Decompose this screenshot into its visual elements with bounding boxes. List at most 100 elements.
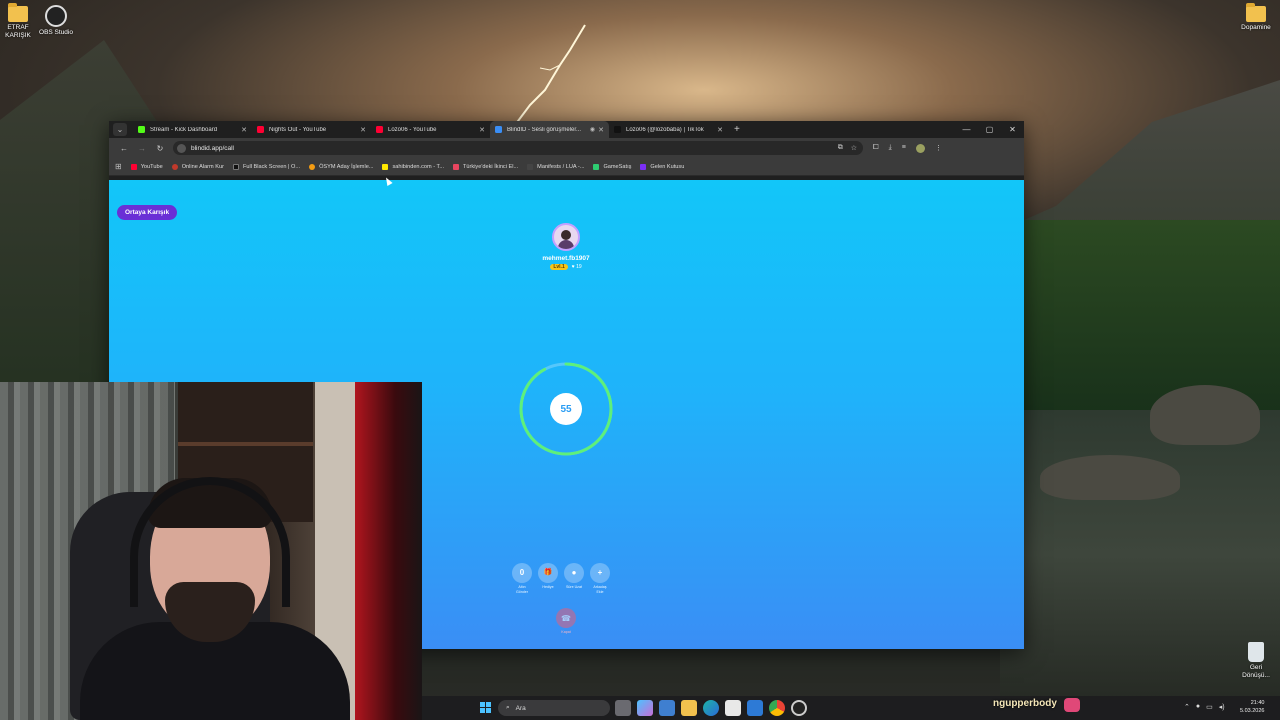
widgets-icon[interactable] (659, 700, 675, 716)
tab-lozo-youtube[interactable]: Lozo06 - YouTube ✕ (371, 121, 490, 138)
gift-button[interactable]: 🎁 Hediye (538, 563, 558, 594)
youtube-icon (130, 163, 137, 170)
calendar-icon[interactable] (725, 700, 741, 716)
desktop-icon-obs[interactable]: OBS Studio (28, 5, 84, 37)
back-icon[interactable]: ← (115, 144, 133, 153)
address-bar[interactable]: blindid.app/call ⧉ ☆ (173, 141, 863, 155)
bookmark-gelen-kutusu[interactable]: Gelen Kutusu (640, 163, 684, 170)
tray-overflow-icon[interactable]: ⌃ (1184, 703, 1190, 711)
plus-icon: + (590, 563, 610, 583)
sahibinden-icon (382, 163, 389, 170)
bookmark-star-icon[interactable]: ☆ (851, 144, 857, 152)
tiktok-icon (614, 126, 621, 133)
bookmark-sahibinden[interactable]: sahibinden.com - T... (382, 163, 444, 170)
close-window-icon[interactable]: ✕ (1001, 125, 1024, 134)
minimize-icon[interactable]: — (955, 125, 978, 134)
add-friend-button[interactable]: + Arkadaş Ekle (590, 563, 610, 594)
likes-count: ♥ 19 (571, 264, 582, 270)
bookmark-full-black-screen[interactable]: Full Black Screen | O... (232, 163, 300, 170)
site-info-icon[interactable] (177, 143, 186, 153)
tab-blindid[interactable]: BlindID - Sesli görüşmeler... ◉ ✕ (490, 121, 609, 138)
obs-taskbar-icon[interactable] (791, 700, 807, 716)
close-tab-icon[interactable]: ✕ (360, 126, 366, 134)
folder-icon (1246, 3, 1266, 22)
close-tab-icon[interactable]: ✕ (598, 126, 604, 134)
close-tab-icon[interactable]: ✕ (241, 126, 247, 134)
shelf-board (178, 442, 313, 446)
task-view-icon[interactable] (615, 700, 631, 716)
reload-icon[interactable]: ↻ (151, 144, 169, 153)
partner-username: mehmet.fb1907 (542, 255, 590, 262)
phone-hangup-icon: ☎ (556, 608, 576, 628)
folder-icon (8, 3, 28, 22)
level-badge: Lvl.1 (550, 264, 568, 270)
search-icon: ⌕ (506, 704, 510, 711)
microphone-icon[interactable]: ● (1196, 703, 1200, 711)
desktop-icon-dopamine[interactable]: Dopamine (1228, 3, 1280, 32)
streamer-logo-icon (1064, 698, 1080, 712)
new-tab-button[interactable]: + (734, 124, 740, 135)
copilot-icon[interactable] (637, 700, 653, 716)
taskbar-search[interactable]: ⌕ Ara (498, 700, 610, 716)
store-icon[interactable] (747, 700, 763, 716)
avatar[interactable] (552, 223, 580, 251)
bookmark-youtube[interactable]: YouTube (130, 163, 163, 170)
bookmarks-bar: ⊞ YouTube Online Alarm Kur Full Black Sc… (109, 158, 1024, 176)
volume-icon[interactable]: ◂) (1219, 703, 1225, 711)
partner-profile: mehmet.fb1907 Lvl.1 ♥ 19 (516, 223, 616, 270)
cast-icon[interactable]: ⧉ (838, 144, 843, 152)
send-gold-button[interactable]: 0 Altın Gönder (512, 563, 532, 594)
mode-badge[interactable]: Ortaya Karışık (117, 205, 178, 220)
tab-strip: ⌄ Stream - Kick Dashboard ✕ Nights Out -… (109, 121, 1024, 138)
kick-icon (138, 126, 145, 133)
tab-search-button[interactable]: ⌄ (113, 123, 127, 136)
bookmark-manifests-lua[interactable]: Manifests / LUA -... (527, 163, 584, 170)
browser-toolbar: ← → ↻ blindid.app/call ⧉ ☆ ⧠ ⤓ ≡ ⋮ (109, 138, 1024, 158)
maximize-icon[interactable]: ▢ (978, 125, 1001, 134)
wallpaper-rock (1040, 455, 1180, 500)
bookmark-gamesatis[interactable]: GameSatış (593, 163, 631, 170)
taskbar-apps (615, 700, 807, 716)
bookmark-online-alarm[interactable]: Online Alarm Kur (171, 163, 224, 170)
gold-coin-icon: 0 (512, 563, 532, 583)
osym-icon (309, 163, 316, 170)
chrome-icon[interactable] (769, 700, 785, 716)
streamer-name: ngupperbody (993, 698, 1057, 709)
apps-grid-icon[interactable]: ⊞ (115, 162, 122, 171)
hanging-jacket (355, 382, 422, 720)
youtube-icon (257, 126, 264, 133)
close-tab-icon[interactable]: ✕ (717, 126, 723, 134)
download-icon[interactable]: ⤓ (889, 144, 892, 153)
forward-icon[interactable]: → (133, 144, 151, 153)
taskbar: ⌕ Ara ngupperbody ⌃ ● ▭ ◂) 21:40 5.03.20… (422, 696, 1280, 720)
webcam-overlay (0, 382, 422, 720)
youtube-icon (376, 126, 383, 133)
file-explorer-icon[interactable] (681, 700, 697, 716)
extend-time-button[interactable]: ● Süre Uzat (564, 563, 584, 594)
lightning-bolt (514, 24, 586, 126)
edge-icon[interactable] (703, 700, 719, 716)
taskbar-clock[interactable]: 21:40 5.03.2026 (1240, 699, 1264, 715)
network-icon[interactable]: ▭ (1206, 703, 1213, 711)
profile-avatar-icon[interactable] (915, 143, 925, 153)
alarm-icon (171, 163, 178, 170)
media-icon[interactable]: ≡ (902, 144, 906, 153)
hang-up-button[interactable]: ☎ Kapat (556, 608, 576, 634)
bookmark-osym[interactable]: ÖSYM Aday İşlemle... (309, 163, 373, 170)
recording-icon: ◉ (589, 127, 596, 133)
blindid-icon (495, 126, 502, 133)
manifest-icon (527, 163, 534, 170)
windows-start-icon[interactable] (480, 702, 491, 713)
tab-tiktok[interactable]: Lozo06 (@lozobaba) | TikTok ✕ (609, 121, 728, 138)
tab-nights-out[interactable]: Nights Out - YouTube ✕ (252, 121, 371, 138)
recycle-bin-icon (1248, 642, 1264, 662)
tab-kick-dashboard[interactable]: Stream - Kick Dashboard ✕ (133, 121, 252, 138)
extensions-icon[interactable]: ⧠ (873, 144, 879, 153)
call-actions: 0 Altın Gönder 🎁 Hediye ● Süre Uzat + Ar… (512, 563, 610, 594)
bookmark-ikinci-el[interactable]: Türkiye'deki İkinci El... (453, 163, 518, 170)
desktop-icon-recycle-bin[interactable]: Geri Dönüşü... (1228, 642, 1280, 680)
close-tab-icon[interactable]: ✕ (479, 126, 485, 134)
timer-icon: ● (564, 563, 584, 583)
browser-menu-icon[interactable]: ⋮ (935, 144, 942, 153)
system-tray: ⌃ ● ▭ ◂) (1184, 703, 1225, 711)
